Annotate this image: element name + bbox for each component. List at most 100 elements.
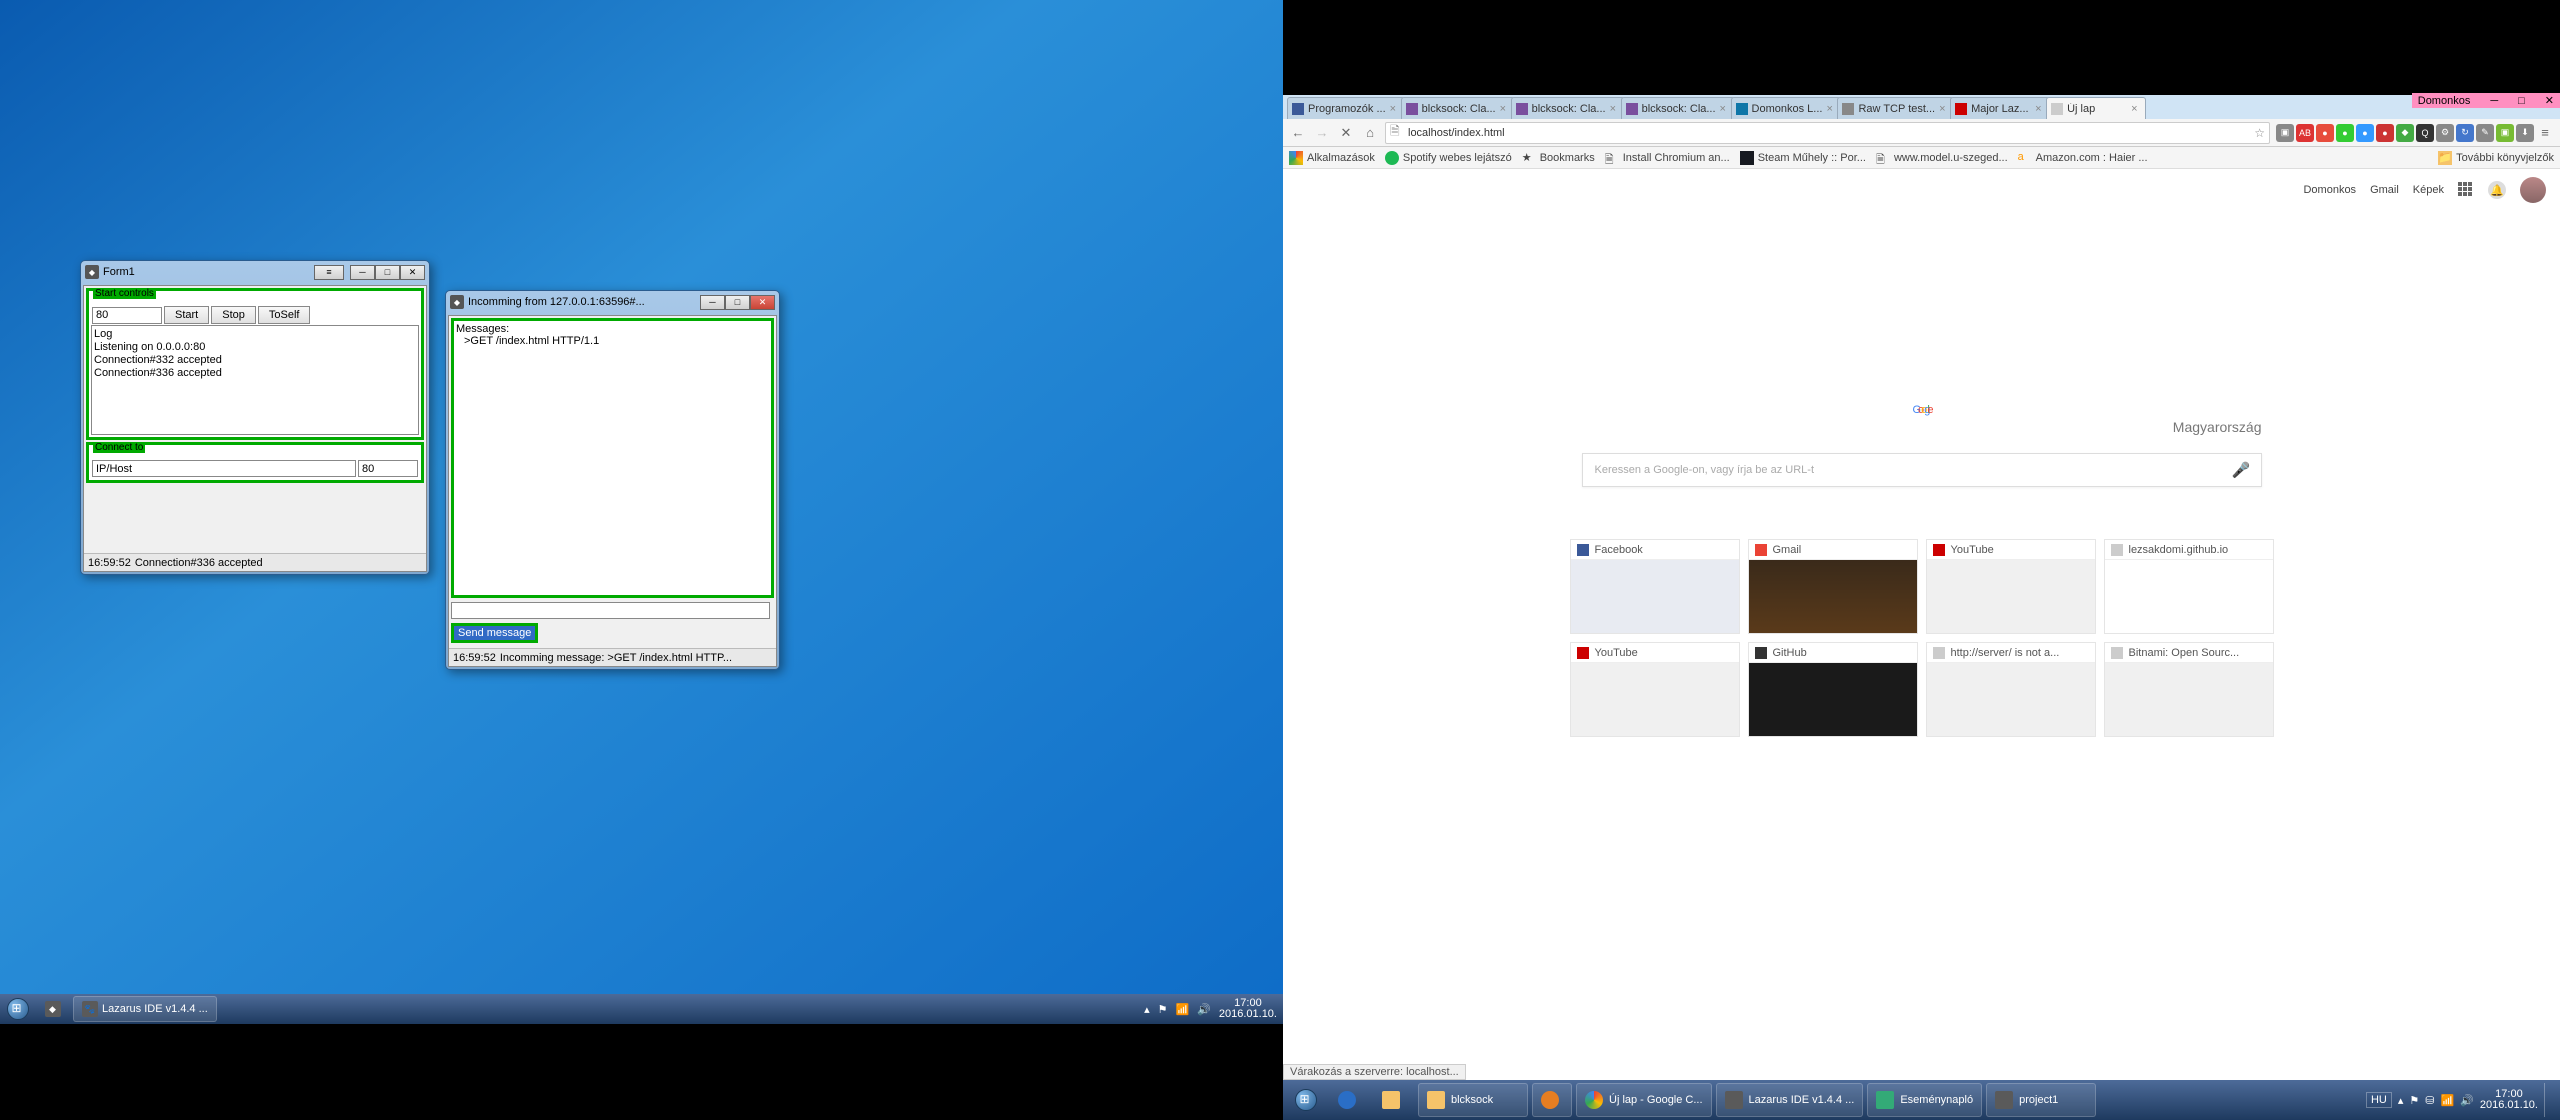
- flag-icon[interactable]: ⚑: [1158, 1003, 1168, 1016]
- ext-icon[interactable]: ⚙: [2436, 124, 2454, 142]
- volume-icon[interactable]: 🔊: [1197, 1003, 1211, 1016]
- close-tab-icon[interactable]: ×: [2035, 103, 2045, 115]
- images-link[interactable]: Képek: [2413, 184, 2444, 196]
- language-indicator[interactable]: HU: [2366, 1092, 2392, 1108]
- right-taskbar[interactable]: blcksock Új lap - Google C... Lazarus ID…: [1283, 1080, 2560, 1120]
- taskbar-ie[interactable]: [1330, 1083, 1370, 1117]
- stop-button[interactable]: Stop: [211, 306, 256, 324]
- back-button[interactable]: ←: [1289, 124, 1307, 142]
- incoming-titlebar[interactable]: ◆ Incomming from 127.0.0.1:63596#... ─ □…: [446, 291, 779, 313]
- start-button[interactable]: [1283, 1085, 1328, 1115]
- gmail-link[interactable]: Gmail: [2370, 184, 2399, 196]
- most-visited-tile[interactable]: Gmail: [1748, 539, 1918, 634]
- send-button[interactable]: Send message: [451, 623, 538, 643]
- avatar[interactable]: [2520, 177, 2546, 203]
- pinned-app[interactable]: ◆: [35, 1001, 70, 1017]
- ext-icon[interactable]: ●: [2356, 124, 2374, 142]
- account-link[interactable]: Domonkos: [2303, 184, 2356, 196]
- form1-titlebar[interactable]: ◆ Form1 ≡ ─ □ ✕: [81, 261, 429, 283]
- menu-button[interactable]: ≡: [2536, 124, 2554, 142]
- port-input[interactable]: [92, 307, 162, 324]
- start-button[interactable]: Start: [164, 306, 209, 324]
- notifications-icon[interactable]: 🔔: [2488, 181, 2506, 199]
- taskbar-explorer[interactable]: [1374, 1083, 1414, 1117]
- bookmark-item[interactable]: Steam Műhely :: Por...: [1740, 151, 1866, 165]
- other-bookmarks[interactable]: 📁További könyvjelzők: [2438, 151, 2554, 165]
- bookmark-item[interactable]: Spotify webes lejátszó: [1385, 151, 1512, 165]
- close-tab-icon[interactable]: ×: [1390, 103, 1400, 115]
- toself-button[interactable]: ToSelf: [258, 306, 311, 324]
- minimize-button[interactable]: ─: [700, 295, 725, 310]
- most-visited-tile[interactable]: YouTube: [1570, 642, 1740, 737]
- most-visited-tile[interactable]: Facebook: [1570, 539, 1740, 634]
- left-taskbar[interactable]: ◆ 🐾 Lazarus IDE v1.4.4 ... ▴ ⚑ 📶 🔊 17:00…: [0, 994, 1283, 1024]
- browser-tab[interactable]: blcksock: Cla...×: [1401, 97, 1515, 119]
- minimize-button[interactable]: ─: [2490, 95, 2498, 107]
- bookmark-item[interactable]: ★Bookmarks: [1522, 151, 1595, 165]
- flag-icon[interactable]: ⚑: [2409, 1094, 2419, 1107]
- most-visited-tile[interactable]: http://server/ is not a...: [1926, 642, 2096, 737]
- close-button[interactable]: ✕: [400, 265, 425, 280]
- browser-tab[interactable]: Programozók ...×: [1287, 97, 1405, 119]
- ext-icon[interactable]: ✎: [2476, 124, 2494, 142]
- taskbar-eventlog[interactable]: Eseménynapló: [1867, 1083, 1982, 1117]
- most-visited-tile[interactable]: YouTube: [1926, 539, 2096, 634]
- ext-icon[interactable]: ▣: [2496, 124, 2514, 142]
- ext-icon[interactable]: ●: [2336, 124, 2354, 142]
- maximize-button[interactable]: □: [2518, 95, 2525, 107]
- bookmark-item[interactable]: aAmazon.com : Haier ...: [2018, 151, 2148, 165]
- most-visited-tile[interactable]: Bitnami: Open Sourc...: [2104, 642, 2274, 737]
- close-tab-icon[interactable]: ×: [1826, 103, 1836, 115]
- ext-icon[interactable]: Q: [2416, 124, 2434, 142]
- chevron-up-icon[interactable]: ▴: [1144, 1003, 1150, 1016]
- network-icon[interactable]: 📶: [1175, 1003, 1189, 1016]
- forward-button[interactable]: →: [1313, 124, 1331, 142]
- ext-icon[interactable]: ◆: [2396, 124, 2414, 142]
- user-name[interactable]: Domonkos: [2418, 95, 2471, 107]
- bookmark-item[interactable]: 🗎www.model.u-szeged...: [1876, 151, 2008, 165]
- port2-input[interactable]: [358, 460, 418, 477]
- close-tab-icon[interactable]: ×: [1500, 103, 1510, 115]
- ext-icon[interactable]: ▣: [2276, 124, 2294, 142]
- taskbar-item[interactable]: blcksock: [1418, 1083, 1528, 1117]
- close-tab-icon[interactable]: ×: [1720, 103, 1730, 115]
- taskbar-lazarus[interactable]: 🐾 Lazarus IDE v1.4.4 ...: [73, 996, 217, 1022]
- close-tab-icon[interactable]: ×: [1610, 103, 1620, 115]
- volume-icon[interactable]: 🔊: [2460, 1094, 2474, 1107]
- close-tab-icon[interactable]: ×: [1939, 103, 1949, 115]
- most-visited-tile[interactable]: GitHub: [1748, 642, 1918, 737]
- home-button[interactable]: ⌂: [1361, 124, 1379, 142]
- taskbar-media[interactable]: [1532, 1083, 1572, 1117]
- most-visited-tile[interactable]: lezsakdomi.github.io: [2104, 539, 2274, 634]
- network-icon[interactable]: 📶: [2440, 1094, 2454, 1107]
- address-bar[interactable]: localhost/index.html: [1385, 122, 2270, 144]
- abp-icon[interactable]: AB: [2296, 124, 2314, 142]
- browser-tab[interactable]: Raw TCP test...×: [1837, 97, 1954, 119]
- clock[interactable]: 17:00 2016.01.10.: [1219, 998, 1277, 1020]
- browser-tab[interactable]: Major Laz...×: [1950, 97, 2050, 119]
- taskbar-chrome[interactable]: Új lap - Google C...: [1576, 1083, 1712, 1117]
- bookmark-item[interactable]: 🗎Install Chromium an...: [1605, 151, 1730, 165]
- taskbar-project1[interactable]: project1: [1986, 1083, 2096, 1117]
- ext-icon[interactable]: ●: [2376, 124, 2394, 142]
- stop-button[interactable]: ✕: [1337, 124, 1355, 142]
- minimize-button[interactable]: ─: [350, 265, 375, 280]
- apps-launcher-icon[interactable]: [2458, 182, 2474, 198]
- disk-icon[interactable]: ⛁: [2425, 1094, 2434, 1107]
- message-input[interactable]: [451, 602, 770, 619]
- close-button[interactable]: ✕: [750, 295, 775, 310]
- maximize-button[interactable]: □: [725, 295, 750, 310]
- browser-tab[interactable]: Domonkos L...×: [1731, 97, 1842, 119]
- iphost-input[interactable]: [92, 460, 356, 477]
- show-desktop[interactable]: [2544, 1083, 2552, 1117]
- browser-tab[interactable]: blcksock: Cla...×: [1511, 97, 1625, 119]
- start-button[interactable]: [0, 994, 35, 1024]
- ext-icon[interactable]: ⬇: [2516, 124, 2534, 142]
- browser-tab[interactable]: blcksock: Cla...×: [1621, 97, 1735, 119]
- apps-shortcut[interactable]: Alkalmazások: [1289, 151, 1375, 165]
- close-button[interactable]: ✕: [2545, 94, 2554, 107]
- toolbar-btn[interactable]: ≡: [314, 265, 344, 280]
- search-input[interactable]: Keressen a Google-on, vagy írja be az UR…: [1582, 453, 2262, 487]
- chevron-up-icon[interactable]: ▴: [2398, 1094, 2404, 1107]
- ext-icon[interactable]: ●: [2316, 124, 2334, 142]
